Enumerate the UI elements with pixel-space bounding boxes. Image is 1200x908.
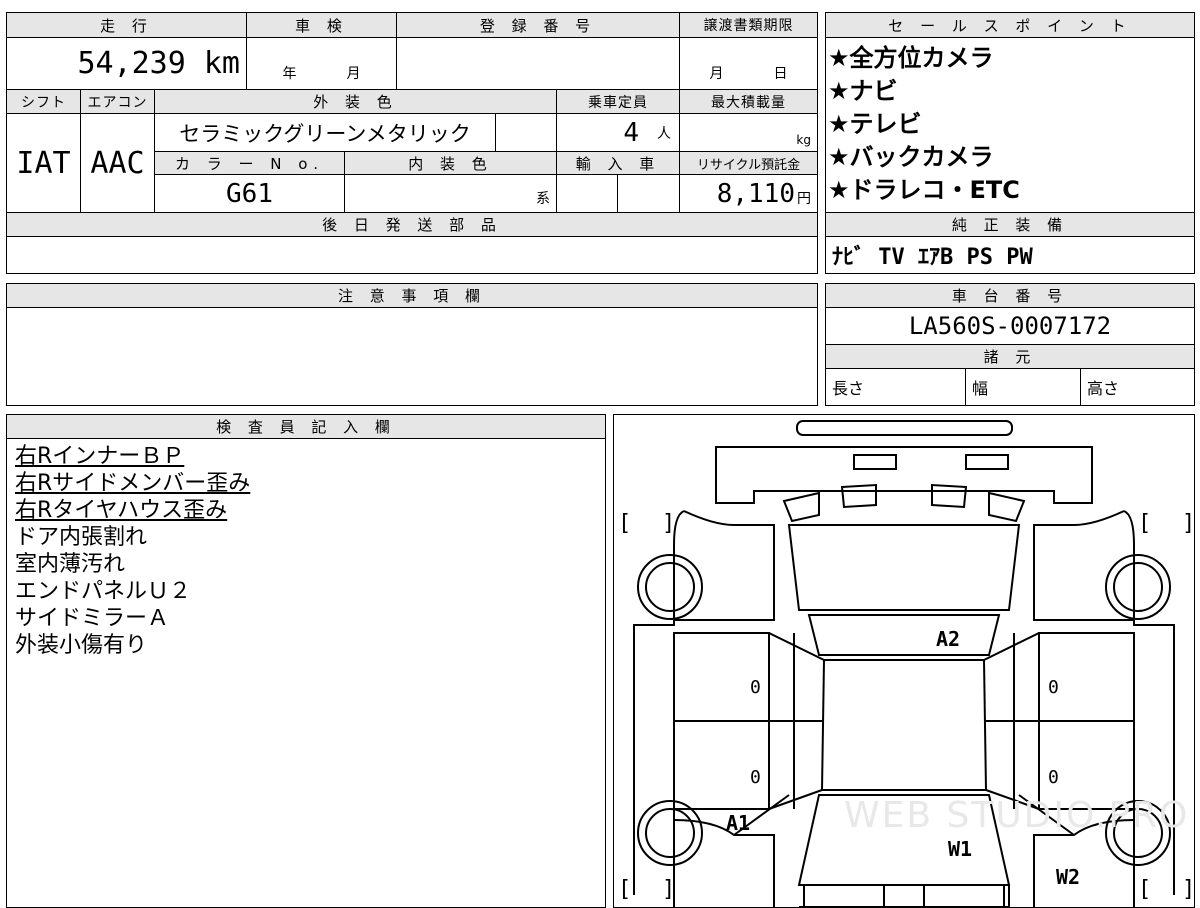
max-load-value: kg [679, 113, 818, 152]
door-mark-left-rear: 0 [750, 677, 761, 698]
mileage-value: 54,239 km [6, 37, 247, 90]
door-mark-left-front: 0 [750, 767, 761, 788]
inspector-note: 外装小傷有り [15, 633, 148, 658]
inspection-month-unit: 月 [346, 66, 361, 82]
import-header: 輸 入 車 [556, 151, 680, 175]
capacity-header: 乗車定員 [556, 89, 680, 114]
interior-color-suffix: 系 [536, 191, 550, 207]
max-load-header: 最大積載量 [679, 89, 818, 114]
recycle-value: 8,110 円 [679, 174, 818, 213]
bracket-close-tr: ] [1182, 511, 1196, 536]
damage-mark-a2: A2 [936, 627, 961, 651]
capacity-value: 4 人 [556, 113, 680, 152]
inspector-note: 右Rタイヤハウス歪み [15, 498, 228, 523]
max-load-unit: kg [796, 133, 811, 147]
car-damage-diagram: [ ] [ ] [ ] [ ] A2 A1 W1 W2 0 0 0 0 WEB … [613, 414, 1195, 908]
inspector-header: 検 査 員 記 入 欄 [6, 414, 606, 439]
caution-body [6, 307, 818, 406]
bracket-close-bl: ] [662, 877, 676, 902]
sales-point-item: ★バックカメラ [828, 143, 994, 171]
transfer-month-unit: 月 [709, 66, 724, 82]
sales-points-list: ★全方位カメラ ★ナビ ★テレビ ★バックカメラ ★ドラレコ・ETC [825, 37, 1195, 213]
genuine-equipment-value: ﾅﾋﾞ TV ｴｱB PS PW [825, 236, 1195, 274]
chassis-number: LA560S-0007172 [825, 307, 1195, 345]
sales-point-item: ★テレビ [828, 110, 922, 138]
inspection-year-unit: 年 [282, 66, 297, 82]
damage-mark-a1: A1 [726, 811, 751, 835]
chassis-header: 車 台 番 号 [825, 283, 1195, 308]
exterior-color-header: 外 装 色 [154, 89, 557, 114]
recycle-amount: 8,110 [716, 178, 795, 209]
sales-point-item: ★ナビ [828, 77, 898, 105]
registration-header: 登 録 番 号 [396, 12, 680, 38]
shift-value: IAT [6, 113, 81, 213]
capacity-number: 4 [623, 117, 639, 148]
recycle-header: リサイクル預託金 [679, 151, 818, 175]
inspector-note: 右Rサイドメンバー歪み [15, 471, 251, 496]
genuine-equipment-header: 純 正 装 備 [825, 212, 1195, 237]
bracket-close-br: ] [1182, 877, 1196, 902]
door-mark-right-front: 0 [1048, 767, 1059, 788]
interior-color-value: 系 [344, 174, 557, 213]
bracket-open-br: [ [1138, 877, 1152, 902]
import-value-a [556, 174, 618, 213]
capacity-unit: 人 [657, 125, 671, 142]
transfer-day-unit: 日 [773, 66, 788, 82]
caution-header: 注 意 事 項 欄 [6, 283, 818, 308]
inspection-header: 車 検 [246, 12, 397, 38]
recycle-unit: 円 [797, 191, 811, 207]
transfer-deadline-value: 月 日 [679, 37, 818, 90]
sales-point-item: ★全方位カメラ [828, 44, 994, 72]
damage-mark-w1: W1 [948, 837, 973, 861]
aircon-value: AAC [80, 113, 155, 213]
inspector-note: エンドパネルＵ２ [15, 579, 192, 604]
bracket-open-tl: [ [618, 511, 632, 536]
later-parts-header: 後 日 発 送 部 品 [6, 212, 818, 237]
watermark: WEB STUDIO.PRO [844, 795, 1190, 836]
inspector-note: 室内薄汚れ [15, 552, 126, 577]
sales-points-header: セ ー ル ス ポ イ ン ト [825, 12, 1195, 38]
exterior-color-extra [495, 113, 557, 152]
damage-mark-w2: W2 [1056, 865, 1081, 889]
later-parts-value [6, 236, 818, 274]
door-mark-right-rear: 0 [1048, 677, 1059, 698]
specs-header: 諸 元 [825, 344, 1195, 369]
mileage-header: 走 行 [6, 12, 247, 38]
inspector-notes-list: 右RインナーＢＰ 右Rサイドメンバー歪み 右Rタイヤハウス歪み ドア内張割れ 室内薄汚れ… [15, 443, 597, 659]
exterior-color-value: セラミックグリーンメタリック [154, 113, 496, 152]
transfer-deadline-header: 譲渡書類期限 [679, 12, 818, 38]
bracket-close-tl: ] [662, 511, 676, 536]
inspection-value: 年 月 [246, 37, 397, 90]
interior-color-header: 内 装 色 [344, 151, 557, 175]
color-no-value: G61 [154, 174, 345, 213]
registration-value [396, 37, 680, 90]
bracket-open-bl: [ [618, 877, 632, 902]
spec-length: 長さ [825, 368, 966, 406]
import-value-b [617, 174, 680, 213]
inspector-note: 右RインナーＢＰ [15, 444, 185, 469]
spec-width: 幅 [965, 368, 1081, 406]
inspector-notes: 右RインナーＢＰ 右Rサイドメンバー歪み 右Rタイヤハウス歪み ドア内張割れ 室内薄汚れ… [6, 438, 606, 908]
bracket-open-tr: [ [1138, 511, 1152, 536]
shift-header: シフト [6, 89, 81, 114]
inspector-note: ドア内張割れ [15, 525, 148, 550]
aircon-header: エアコン [80, 89, 155, 114]
inspector-note: サイドミラーＡ [15, 606, 170, 631]
color-no-header: カ ラ ー N o. [154, 151, 345, 175]
sales-point-item: ★ドラレコ・ETC [828, 176, 1020, 204]
spec-height: 高さ [1080, 368, 1195, 406]
